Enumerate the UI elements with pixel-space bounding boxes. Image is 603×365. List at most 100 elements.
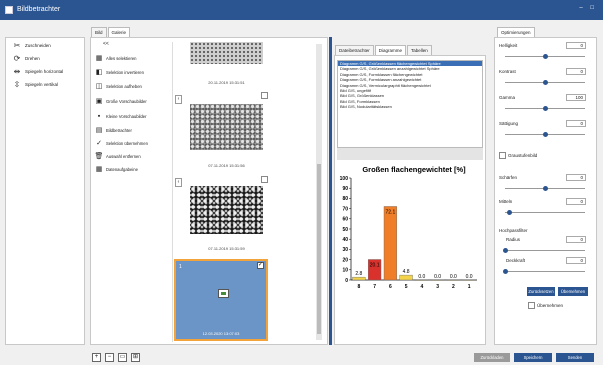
list-splitter[interactable] [337, 148, 483, 160]
y-tick-label: 20 [342, 257, 348, 263]
remove-selection-action[interactable]: 🗑 Auswahl entfernen [94, 151, 141, 161]
thumbnail-image[interactable] [190, 42, 263, 64]
y-tick-label: 60 [342, 217, 348, 223]
analysis-tabs: Dateibetrachter Diagramme Tabellen [335, 45, 433, 55]
viewer-action[interactable]: ▤ Bildbetrachter [94, 125, 132, 135]
tab-galerie[interactable]: Galerie [107, 27, 131, 37]
large-thumbnails-action[interactable]: ▣ Große Vorschaubilder [94, 96, 147, 106]
slider-knob[interactable] [543, 186, 548, 191]
diagram-list[interactable]: Diagramm G/S, Größenklassen flächengewic… [337, 60, 483, 148]
action-label: Kleine Vorschaubilder [106, 113, 147, 119]
grayscale-label: Graustufenbild [508, 153, 538, 158]
slider-track[interactable] [503, 248, 585, 253]
value-field[interactable]: 0 [566, 198, 586, 205]
reload-button[interactable]: Zurückladen [474, 353, 510, 362]
flip-horizontal-tool[interactable]: ⇹ Spiegeln horizontal [11, 66, 64, 76]
select-all-action[interactable]: ▦ Alles selektieren [94, 53, 137, 63]
slider-knob[interactable] [543, 106, 548, 111]
thumbnail-check-icon[interactable]: ✓ [257, 262, 264, 269]
grid-button[interactable]: ⊞ [131, 353, 140, 362]
panel-splitter[interactable] [329, 37, 332, 345]
slider-track[interactable] [505, 132, 585, 137]
zoom-in-button[interactable]: + [92, 353, 101, 362]
slider-knob[interactable] [503, 269, 508, 274]
crop-tool[interactable]: ✂ Zuschneiden [11, 40, 51, 50]
deselect-icon: ◫ [95, 83, 103, 90]
apply-selection-action[interactable]: ✓ Selektion übernehmen [94, 138, 148, 148]
slider-track[interactable] [505, 106, 585, 111]
value-field[interactable]: 0 [566, 42, 586, 49]
apply-button[interactable]: Übernehmen [558, 287, 588, 296]
slider-track[interactable] [505, 80, 585, 85]
slider-knob[interactable] [503, 248, 508, 253]
thumbnail-selected[interactable]: 1 ✓ 12.03.2020 13:07:03 [174, 259, 268, 341]
zoom-out-button[interactable]: − [105, 353, 114, 362]
action-label: Bildbetrachter [106, 127, 132, 133]
flip-vertical-tool[interactable]: ⇳ Spiegeln vertikal [11, 79, 58, 89]
tab-tabellen[interactable]: Tabellen [407, 45, 432, 55]
invert-selection-action[interactable]: ◧ Selektion invertieren [94, 67, 144, 77]
data-label: 0.0 [418, 274, 425, 280]
data-action[interactable]: ▦ Datenaufgabeine [94, 164, 138, 174]
slider-knob[interactable] [543, 54, 548, 59]
tab-dateibetrachter[interactable]: Dateibetrachter [335, 45, 374, 55]
y-tick-label: 50 [342, 227, 348, 233]
take-over-checkbox[interactable] [528, 302, 535, 309]
value-field[interactable]: 100 [566, 94, 586, 101]
right-tabs: Optimierungen [497, 27, 536, 37]
slider-label: Kontrast [499, 69, 516, 74]
tab-diagramme[interactable]: Diagramme [374, 45, 407, 55]
thumbnail-image[interactable] [190, 104, 263, 150]
list-item[interactable]: Bild G/S, Nodularitätsklassen [338, 104, 482, 109]
y-tick-label: 40 [342, 237, 348, 243]
crop-label: Zuschneiden [25, 42, 51, 48]
value-field[interactable]: 0 [566, 68, 586, 75]
slider-label: Mitteln [499, 199, 513, 204]
slider-track[interactable] [505, 186, 585, 191]
slider-track[interactable] [503, 269, 585, 274]
take-over-label: Übernehmen [537, 303, 564, 308]
value-field[interactable]: 0 [566, 257, 586, 264]
gallery-collapse-button[interactable]: << [103, 41, 109, 47]
thumbnail-nav-button[interactable]: ‹ [175, 178, 182, 187]
thumbnail-date: 20.11.2019 15:31:51 [208, 80, 245, 85]
value-field[interactable]: 0 [566, 174, 586, 181]
deselect-action[interactable]: ◫ Selektion aufheben [94, 81, 142, 91]
select-all-icon: ▦ [95, 55, 103, 62]
thumbnail-checkbox[interactable] [261, 92, 268, 99]
slider-track[interactable] [505, 210, 585, 215]
small-thumbnails-action[interactable]: ▪ Kleine Vorschaubilder [94, 111, 147, 121]
slider-track[interactable] [505, 54, 585, 59]
window-controls[interactable]: – □ [579, 5, 597, 11]
slider-knob[interactable] [543, 132, 548, 137]
slider-knob[interactable] [543, 80, 548, 85]
data-icon: ▦ [95, 166, 103, 173]
reset-button[interactable]: Zurücksetzen [527, 287, 555, 296]
app-icon [5, 6, 13, 14]
value-field[interactable]: 0 [566, 236, 586, 243]
x-tick-label: 5 [405, 284, 408, 290]
chart-title: Großen flachengewichtet [%] [362, 165, 466, 174]
action-label: Alles selektieren [106, 55, 137, 61]
slider-knob[interactable] [507, 210, 512, 215]
thumbnail-checkbox[interactable] [261, 176, 268, 183]
chart-bar [462, 279, 476, 281]
tab-optimierungen[interactable]: Optimierungen [497, 27, 535, 37]
y-tick-label: 80 [342, 196, 348, 202]
thumbnail-image[interactable] [190, 186, 263, 234]
rotate-tool[interactable]: ⟳ Drehen [11, 53, 40, 63]
grayscale-checkbox[interactable] [499, 152, 506, 159]
send-button[interactable]: Senden [556, 353, 594, 362]
gallery-scrollbar[interactable] [316, 44, 322, 340]
fit-button[interactable]: ▭ [118, 353, 127, 362]
value-field[interactable]: 0 [566, 120, 586, 127]
invert-selection-icon: ◧ [95, 69, 103, 76]
thumbnail-nav-button[interactable]: ‹ [175, 95, 182, 104]
flip-horizontal-icon: ⇹ [13, 66, 21, 76]
data-label: 2.8 [355, 271, 362, 277]
save-button[interactable]: Speichern [514, 353, 552, 362]
x-tick-label: 6 [389, 284, 392, 290]
tab-bild[interactable]: Bild [91, 27, 107, 37]
data-label: 0.0 [466, 274, 473, 280]
action-label: Datenaufgabeine [106, 166, 138, 172]
